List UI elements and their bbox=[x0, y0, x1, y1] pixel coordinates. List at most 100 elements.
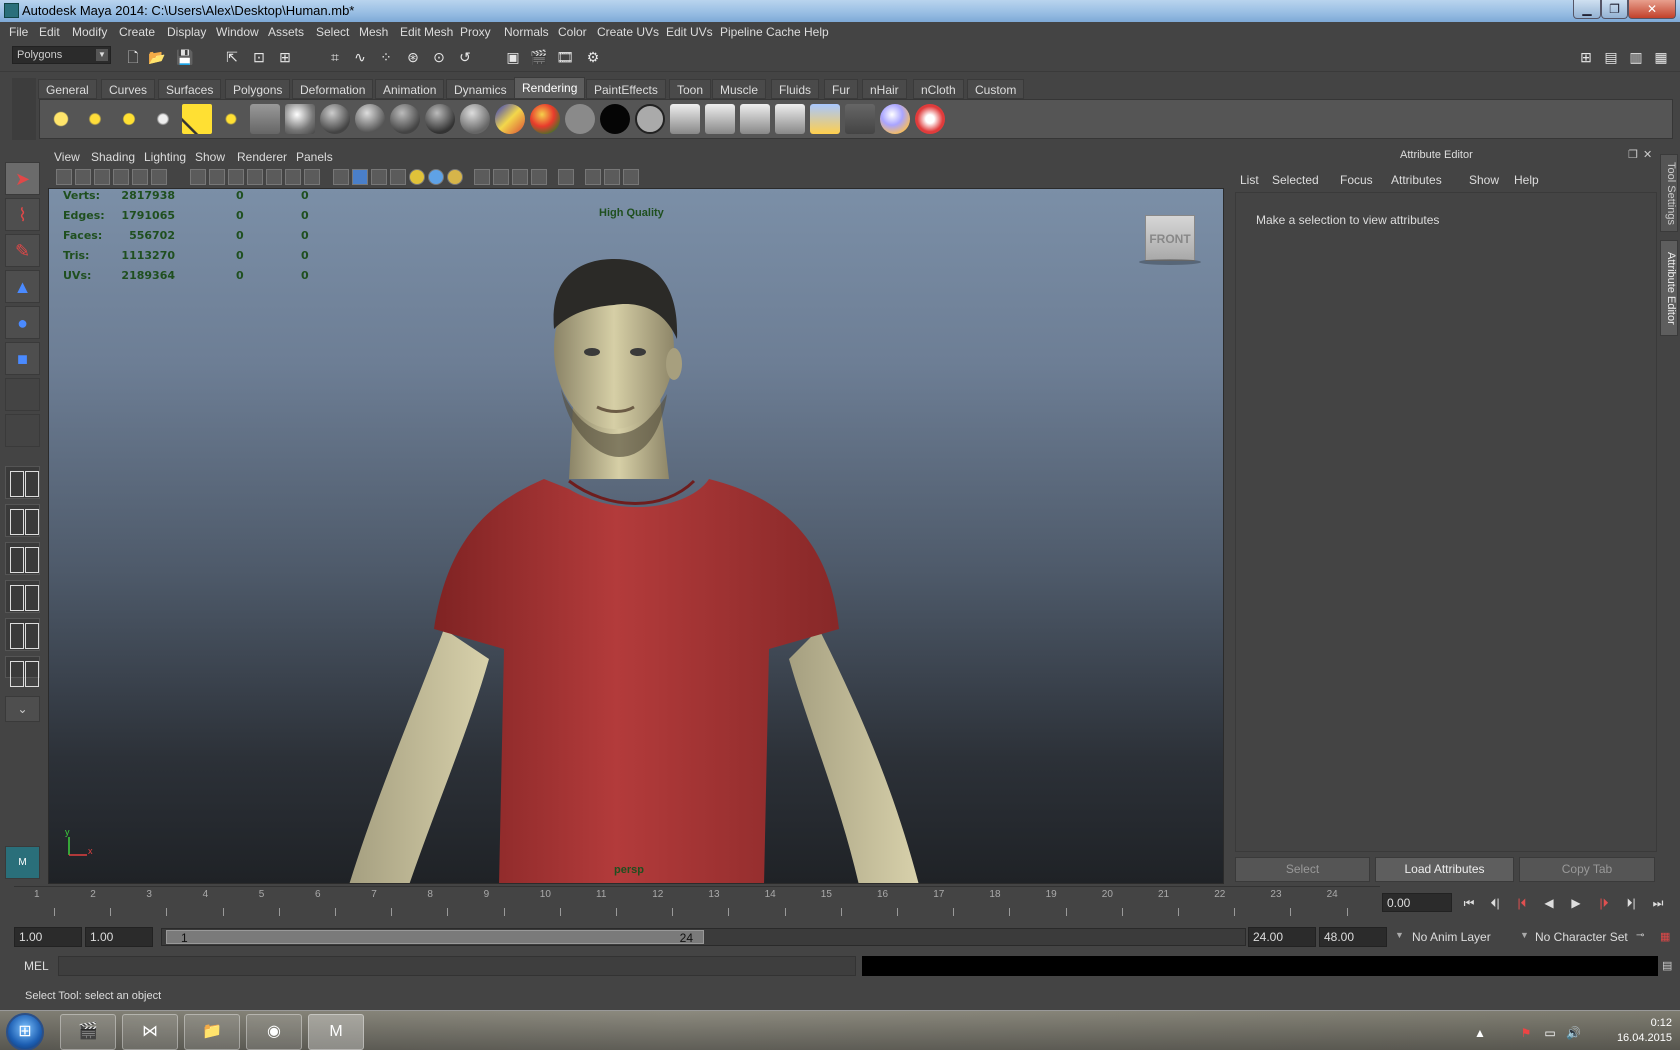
layout-persp-outliner-icon[interactable] bbox=[5, 542, 40, 575]
network-icon[interactable]: ▭ bbox=[1543, 1026, 1557, 1040]
show-modeling-toolkit-icon[interactable]: ⊞ bbox=[1577, 48, 1595, 66]
step-back-frame-button[interactable]: ⏴| bbox=[1484, 893, 1506, 913]
phonge-icon[interactable] bbox=[390, 104, 420, 134]
film-gate-icon[interactable] bbox=[209, 169, 225, 185]
ae-copy-tab-button[interactable]: Copy Tab bbox=[1519, 857, 1655, 882]
ipr-icon[interactable] bbox=[705, 104, 735, 134]
safe-action-icon[interactable] bbox=[285, 169, 301, 185]
animation-preferences-icon[interactable]: ▦ bbox=[1654, 927, 1676, 947]
open-scene-icon[interactable]: 📂 bbox=[148, 48, 166, 66]
perspective-viewport[interactable]: Verts: 2817938 0 0 Edges: 1791065 0 0 Fa… bbox=[48, 188, 1224, 884]
media-player-classic-icon[interactable]: 🎬 bbox=[60, 1014, 116, 1050]
shadows-icon[interactable] bbox=[447, 169, 463, 185]
ae-menu-show[interactable]: Show bbox=[1469, 173, 1499, 187]
shelf-tab-dynamics[interactable]: Dynamics bbox=[446, 79, 515, 99]
snap-point-icon[interactable]: ⁘ bbox=[377, 48, 395, 66]
2d-pan-zoom-icon[interactable] bbox=[132, 169, 148, 185]
taskbar-clock[interactable]: 0:12 16.04.2015 bbox=[1592, 1016, 1672, 1046]
human-character-model[interactable] bbox=[49, 189, 1224, 884]
go-to-start-button[interactable]: ⏮ bbox=[1458, 893, 1480, 913]
menu-select[interactable]: Select bbox=[316, 25, 349, 39]
use-all-lights-icon[interactable] bbox=[428, 169, 444, 185]
menu-create-uvs[interactable]: Create UVs bbox=[597, 25, 659, 39]
shelf-tab-muscle[interactable]: Muscle bbox=[712, 79, 767, 99]
render-current-frame-icon[interactable] bbox=[670, 104, 700, 134]
render-view-icon[interactable]: ▣ bbox=[504, 48, 522, 66]
menu-pipeline-cache[interactable]: Pipeline Cache bbox=[720, 25, 801, 39]
viewcube-front[interactable]: FRONT bbox=[1145, 215, 1195, 261]
panel-menu-shading[interactable]: Shading bbox=[91, 150, 135, 164]
panel-menu-show[interactable]: Show bbox=[195, 150, 225, 164]
menu-proxy[interactable]: Proxy bbox=[460, 25, 491, 39]
new-scene-icon[interactable]: 🗋 bbox=[124, 48, 142, 66]
menu-help[interactable]: Help bbox=[804, 25, 829, 39]
bookmarks-icon[interactable] bbox=[94, 169, 110, 185]
wireframe-icon[interactable] bbox=[333, 169, 349, 185]
ae-menu-selected[interactable]: Selected bbox=[1272, 173, 1319, 187]
snap-view-plane-icon[interactable]: ⊛ bbox=[404, 48, 422, 66]
resolution-gate-icon[interactable] bbox=[228, 169, 244, 185]
menu-modify[interactable]: Modify bbox=[72, 25, 107, 39]
attribute-editor-tab[interactable]: Attribute Editor bbox=[1660, 240, 1678, 336]
range-slider-handle[interactable]: 1 24 bbox=[166, 930, 704, 945]
wireframe-on-shaded-icon[interactable] bbox=[371, 169, 387, 185]
snap-grid-icon[interactable]: ⌗ bbox=[326, 48, 344, 66]
select-object-icon[interactable]: ⊡ bbox=[250, 48, 268, 66]
layout-graph-editor-icon[interactable] bbox=[5, 656, 40, 687]
batch-render-icon[interactable] bbox=[845, 104, 875, 134]
camera-attributes-icon[interactable] bbox=[75, 169, 91, 185]
panel-menu-view[interactable]: View bbox=[54, 150, 80, 164]
image-plane-icon[interactable] bbox=[113, 169, 129, 185]
shelf-tab-curves[interactable]: Curves bbox=[101, 79, 156, 99]
menu-window[interactable]: Window bbox=[216, 25, 259, 39]
select-tool-icon[interactable]: ➤ bbox=[5, 162, 40, 195]
select-hierarchy-icon[interactable]: ⇱ bbox=[223, 48, 241, 66]
xray-icon[interactable] bbox=[585, 169, 601, 185]
smooth-shade-icon[interactable] bbox=[352, 169, 368, 185]
grid-icon[interactable] bbox=[190, 169, 206, 185]
render-settings-icon[interactable]: ⚙ bbox=[584, 48, 602, 66]
maya-taskbar-icon[interactable]: M bbox=[308, 1014, 364, 1050]
key-icon[interactable]: ⊸ bbox=[1630, 927, 1650, 947]
shelf-tab-painteffects[interactable]: PaintEffects bbox=[586, 79, 666, 99]
menu-edit-uvs[interactable]: Edit UVs bbox=[666, 25, 713, 39]
panel-menu-renderer[interactable]: Renderer bbox=[237, 150, 287, 164]
select-component-icon[interactable]: ⊞ bbox=[276, 48, 294, 66]
select-camera-icon[interactable] bbox=[56, 169, 72, 185]
shelf-tab-fluids[interactable]: Fluids bbox=[771, 79, 820, 99]
hypershade-icon[interactable] bbox=[775, 104, 805, 134]
xray-joints-icon[interactable] bbox=[604, 169, 620, 185]
point-light-icon[interactable] bbox=[114, 104, 144, 134]
save-scene-icon[interactable]: 💾 bbox=[176, 48, 194, 66]
ramp-shader-icon[interactable] bbox=[495, 104, 525, 134]
render-settings-shelf-icon[interactable] bbox=[740, 104, 770, 134]
layout-persp-graph-icon[interactable] bbox=[5, 580, 40, 613]
current-time-field[interactable]: 0.00 bbox=[1382, 893, 1452, 912]
playback-start-field[interactable]: 1.00 bbox=[85, 927, 153, 947]
lasso-tool-icon[interactable]: ⌇ bbox=[5, 198, 40, 231]
shelf-tab-animation[interactable]: Animation bbox=[375, 79, 445, 99]
surface-shader-icon[interactable] bbox=[565, 104, 595, 134]
mel-label[interactable]: MEL bbox=[24, 959, 49, 973]
show-attribute-editor-icon[interactable]: ▥ bbox=[1627, 48, 1645, 66]
camera-icon[interactable] bbox=[250, 104, 280, 134]
volume-icon[interactable]: 🔊 bbox=[1566, 1026, 1581, 1040]
menu-file[interactable]: File bbox=[9, 25, 28, 39]
play-forwards-button[interactable]: ▶ bbox=[1565, 893, 1587, 913]
rotate-tool-icon[interactable]: ● bbox=[5, 306, 40, 339]
menu-color[interactable]: Color bbox=[558, 25, 587, 39]
step-forward-key-button[interactable]: |⏵ bbox=[1593, 893, 1615, 913]
play-backwards-button[interactable]: ◀ bbox=[1538, 893, 1560, 913]
command-input[interactable] bbox=[58, 956, 856, 976]
layout-single-pane-icon[interactable] bbox=[5, 466, 40, 499]
start-button-icon[interactable]: ⊞ bbox=[6, 1013, 44, 1050]
shelf-tab-general[interactable]: General bbox=[38, 79, 97, 99]
paint-select-tool-icon[interactable]: ✎ bbox=[5, 234, 40, 267]
layout-four-pane-icon[interactable] bbox=[5, 504, 40, 537]
menu-assets[interactable]: Assets bbox=[268, 25, 304, 39]
chevron-down-icon[interactable]: ⌄ bbox=[5, 696, 40, 722]
character-set-selector[interactable]: No Character Set bbox=[1529, 927, 1645, 947]
anim-layer-selector[interactable]: No Anim Layer bbox=[1406, 927, 1516, 947]
script-editor-icon[interactable]: ▤ bbox=[1662, 959, 1672, 972]
ae-menu-focus[interactable]: Focus bbox=[1340, 173, 1373, 187]
